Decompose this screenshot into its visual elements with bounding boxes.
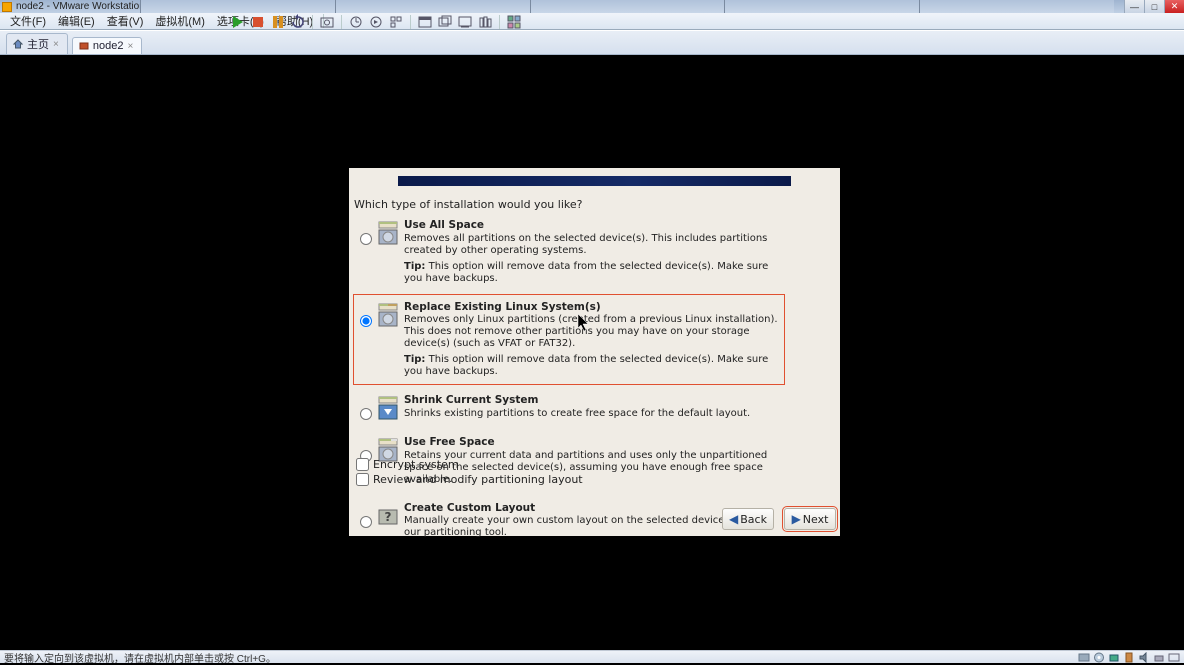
stop-icon[interactable]: [250, 14, 266, 30]
tab-home[interactable]: 主页 ×: [6, 33, 68, 54]
fullscreen-icon[interactable]: [417, 14, 433, 30]
status-text: 要将输入定向到该虚拟机，请在虚拟机内部单击或按 Ctrl+G。: [4, 650, 276, 665]
library-icon[interactable]: [477, 14, 493, 30]
installer-dialog: Which type of installation would you lik…: [349, 168, 840, 536]
menu-vm[interactable]: 虚拟机(M): [151, 13, 209, 29]
status-tray: [1078, 652, 1180, 663]
option-title: Shrink Current System: [404, 394, 750, 407]
svg-text:?: ?: [385, 510, 392, 524]
tip-text: This option will remove data from the se…: [404, 354, 768, 377]
option-desc: Removes only Linux partitions (created f…: [404, 314, 778, 350]
option-desc: Removes all partitions on the selected d…: [404, 233, 778, 257]
tab-node2[interactable]: node2 ×: [72, 37, 142, 54]
disk-shrink-icon: [378, 396, 398, 420]
tab-node2-close-icon[interactable]: ×: [127, 41, 133, 52]
next-button-label: Next: [803, 513, 829, 526]
snapshot-revert-icon[interactable]: [368, 14, 384, 30]
installer-question: Which type of installation would you lik…: [354, 198, 582, 211]
snapshot-icon[interactable]: [319, 14, 335, 30]
pause-icon[interactable]: [270, 14, 286, 30]
option-custom-layout[interactable]: ? Create Custom Layout Manually create y…: [353, 495, 785, 547]
check-review[interactable]: Review and modify partitioning layout: [356, 473, 583, 486]
installer-logo-bar: [398, 176, 791, 186]
snapshot-take-icon[interactable]: [348, 14, 364, 30]
minimize-button[interactable]: —: [1124, 0, 1144, 13]
snapshot-manager-icon[interactable]: [388, 14, 404, 30]
tray-disk-icon[interactable]: [1078, 652, 1090, 663]
option-replace-linux[interactable]: Replace Existing Linux System(s) Removes…: [353, 294, 785, 386]
radio-replace-linux[interactable]: [360, 315, 372, 327]
tip-label: Tip:: [404, 354, 425, 365]
window-title: node2 - VMware Workstation: [16, 1, 145, 12]
option-shrink[interactable]: Shrink Current System Shrinks existing p…: [353, 387, 785, 427]
option-desc: Shrinks existing partitions to create fr…: [404, 408, 750, 420]
radio-use-all-space[interactable]: [360, 233, 372, 245]
tray-sound-icon[interactable]: [1138, 652, 1150, 663]
option-title: Use All Space: [404, 219, 778, 232]
tray-cd-icon[interactable]: [1093, 652, 1105, 663]
checkbox-encrypt[interactable]: [356, 458, 369, 471]
tip-label: Tip:: [404, 261, 425, 272]
back-button[interactable]: ◀ Back: [722, 508, 774, 530]
background-tabs: [140, 0, 1114, 13]
disk-all-icon: [378, 221, 398, 245]
option-title: Replace Existing Linux System(s): [404, 301, 778, 314]
thumbnail-icon[interactable]: [506, 14, 522, 30]
arrow-right-icon: ▶: [792, 512, 801, 526]
play-icon[interactable]: [230, 14, 246, 30]
toolbar: [230, 13, 1184, 30]
tab-node2-label: node2: [93, 40, 124, 52]
app-icon: [2, 2, 12, 12]
tray-display-icon[interactable]: [1168, 652, 1180, 663]
tab-home-label: 主页: [27, 36, 49, 52]
close-button[interactable]: ✕: [1164, 0, 1184, 13]
tray-printer-icon[interactable]: [1153, 652, 1165, 663]
tray-usb-icon[interactable]: [1123, 652, 1135, 663]
installer-options: Use All Space Removes all partitions on …: [353, 212, 785, 548]
back-button-label: Back: [740, 513, 767, 526]
menu-edit[interactable]: 编辑(E): [54, 13, 99, 29]
installer-nav: ◀ Back ▶ Next: [722, 508, 836, 530]
check-encrypt[interactable]: Encrypt system: [356, 458, 583, 471]
maximize-button[interactable]: □: [1144, 0, 1164, 13]
radio-custom[interactable]: [360, 516, 372, 528]
disk-replace-icon: [378, 303, 398, 327]
tip-text: This option will remove data from the se…: [404, 261, 768, 284]
vm-tabs: 主页 × node2 ×: [0, 30, 1184, 55]
status-bar: 要将输入定向到该虚拟机，请在虚拟机内部单击或按 Ctrl+G。: [0, 650, 1184, 663]
console-view-icon[interactable]: [457, 14, 473, 30]
reset-icon[interactable]: [290, 14, 306, 30]
option-title: Use Free Space: [404, 436, 778, 449]
tab-home-close-icon[interactable]: ×: [53, 39, 59, 50]
tray-network-icon[interactable]: [1108, 652, 1120, 663]
option-use-all-space[interactable]: Use All Space Removes all partitions on …: [353, 212, 785, 292]
installer-checkboxes: Encrypt system Review and modify partiti…: [356, 458, 583, 488]
radio-shrink[interactable]: [360, 408, 372, 420]
menu-view[interactable]: 查看(V): [103, 13, 148, 29]
check-encrypt-label: Encrypt system: [373, 458, 459, 471]
arrow-left-icon: ◀: [729, 512, 738, 526]
checkbox-review[interactable]: [356, 473, 369, 486]
unity-icon[interactable]: [437, 14, 453, 30]
next-button[interactable]: ▶ Next: [784, 508, 836, 530]
window-titlebar: node2 - VMware Workstation — □ ✕: [0, 0, 1184, 13]
check-review-label: Review and modify partitioning layout: [373, 473, 583, 486]
menu-file[interactable]: 文件(F): [6, 13, 50, 29]
disk-custom-icon: ?: [378, 504, 398, 528]
